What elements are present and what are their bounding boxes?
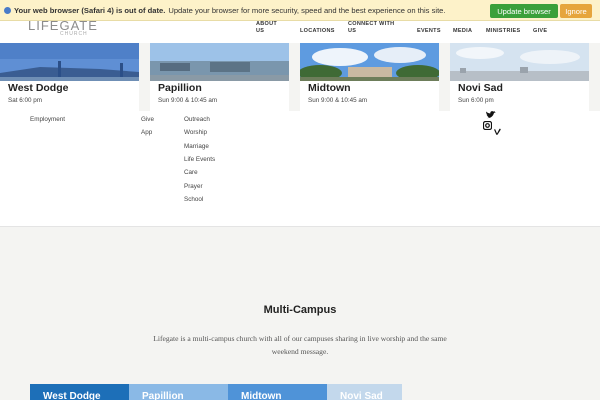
nav-media[interactable]: MEDIA — [453, 28, 472, 35]
campus-times: Sun 9:00 & 10:45 am — [308, 97, 368, 104]
campus-card-west-dodge[interactable]: West Dodge Sat 6:00 pm — [0, 43, 139, 111]
nav-label: LOCATIONS — [300, 28, 335, 34]
multi-campus-title: Multi-Campus — [263, 304, 337, 316]
vimeo-icon[interactable] — [494, 128, 501, 137]
tile-label: Midtown — [241, 391, 282, 400]
link-prayer[interactable]: Prayer — [184, 183, 203, 190]
instagram-icon[interactable] — [482, 120, 493, 132]
link-outreach[interactable]: Outreach — [184, 116, 210, 123]
nav-label: CONNECT WITH — [348, 21, 395, 27]
ignore-button[interactable]: Ignore — [560, 4, 592, 18]
campus-name: Papillion — [158, 82, 202, 94]
update-browser-button[interactable]: Update browser — [490, 4, 558, 18]
footer-links: Employment Give App Outreach Worship Mar… — [0, 111, 600, 227]
nav-label: US — [256, 28, 265, 34]
campus-photo — [300, 43, 439, 81]
campus-tiles: West Dodge Papillion Midtown Novi Sad — [30, 384, 402, 400]
tile-midtown[interactable]: Midtown — [228, 384, 327, 400]
multi-campus-description: Lifegate is a multi-campus church with a… — [153, 334, 447, 356]
nav-ministries[interactable]: MINISTRIES — [486, 28, 520, 35]
tile-novi-sad[interactable]: Novi Sad — [327, 384, 402, 400]
link-care[interactable]: Care — [184, 169, 198, 176]
tile-label: West Dodge — [43, 391, 101, 400]
campus-card-papillion[interactable]: Papillion Sun 9:00 & 10:45 am — [150, 43, 289, 111]
campus-name: Midtown — [308, 82, 351, 94]
link-worship[interactable]: Worship — [184, 129, 207, 136]
tile-papillion[interactable]: Papillion — [129, 384, 228, 400]
nav-label: US — [348, 28, 357, 34]
nav-label: ABOUT — [256, 21, 278, 27]
tile-label: Novi Sad — [340, 391, 383, 400]
link-give[interactable]: Give — [141, 116, 154, 123]
link-app[interactable]: App — [141, 129, 152, 136]
nav-label: MEDIA — [453, 28, 473, 34]
campus-name: West Dodge — [8, 82, 69, 94]
nav-events[interactable]: EVENTS — [417, 28, 441, 35]
campus-name: Novi Sad — [458, 82, 503, 94]
campus-photo — [150, 43, 289, 81]
campus-times: Sat 6:00 pm — [8, 97, 42, 104]
browser-bar-message: Update your browser for more security, s… — [168, 5, 446, 15]
nav-connect-with-us[interactable]: CONNECT WITH US — [348, 21, 394, 35]
campus-photo — [0, 43, 139, 81]
campus-card-novi-sad[interactable]: Novi Sad Sun 6:00 pm — [450, 43, 589, 111]
nav-about-us[interactable]: ABOUT US — [256, 21, 277, 35]
browser-bar-title: Your web browser (Safari 4) is out of da… — [14, 5, 166, 15]
page: Your web browser (Safari 4) is out of da… — [0, 0, 600, 400]
campus-times: Sun 6:00 pm — [458, 97, 494, 104]
link-marriage[interactable]: Marriage — [184, 143, 209, 150]
campus-times: Sun 9:00 & 10:45 am — [158, 97, 218, 104]
nav-give[interactable]: GIVE — [533, 28, 547, 35]
tile-label: Papillion — [142, 391, 184, 400]
tile-west-dodge[interactable]: West Dodge — [30, 384, 129, 400]
outdated-browser-bar: Your web browser (Safari 4) is out of da… — [0, 0, 600, 21]
campus-card-midtown[interactable]: Midtown Sun 9:00 & 10:45 am — [300, 43, 439, 111]
link-life-events[interactable]: Life Events — [184, 156, 215, 163]
nav-label: GIVE — [533, 28, 548, 34]
campus-cards: West Dodge Sat 6:00 pm Papillion Sun 9:0… — [0, 43, 600, 111]
logo-subtitle: CHURCH — [60, 31, 88, 37]
link-employment[interactable]: Employment — [30, 116, 65, 123]
nav-locations[interactable]: LOCATIONS — [300, 28, 335, 35]
campus-photo — [450, 43, 589, 81]
site-header: LIFEGATE CHURCH ABOUT US LOCATIONS CONNE… — [0, 18, 600, 43]
link-school[interactable]: School — [184, 196, 203, 203]
nav-label: MINISTRIES — [486, 28, 521, 34]
info-icon — [4, 6, 11, 14]
nav-label: EVENTS — [417, 28, 441, 34]
